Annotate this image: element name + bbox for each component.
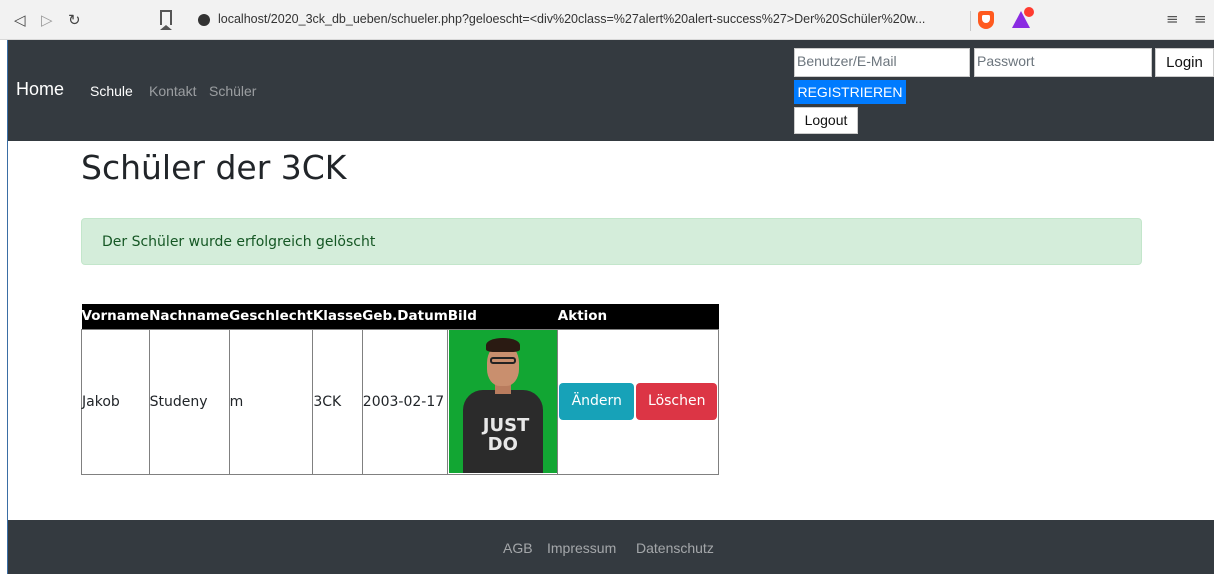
footer: AGB Impressum Datenschutz bbox=[8, 520, 1214, 574]
login-button[interactable]: Login bbox=[1155, 48, 1214, 77]
cell-nachname: Studeny bbox=[148, 328, 230, 475]
notification-badge-icon bbox=[1024, 7, 1034, 17]
back-icon[interactable]: ◁ bbox=[14, 10, 26, 30]
column-header-geburtsdatum: Geb.Datum bbox=[362, 304, 448, 329]
photo-glasses bbox=[489, 357, 516, 364]
cell-vorname: Jakob bbox=[81, 328, 150, 475]
nav-link-schule[interactable]: Schule bbox=[90, 83, 133, 99]
page-title: Schüler der 3CK bbox=[81, 148, 347, 187]
edit-button[interactable]: Ändern bbox=[559, 383, 635, 420]
footer-link-datenschutz[interactable]: Datenschutz bbox=[636, 540, 714, 556]
cell-geburtsdatum: 2003-02-17 bbox=[361, 328, 449, 475]
table-header-row: Vorname Nachname Geschlecht Klasse Geb.D… bbox=[81, 304, 719, 329]
cell-bild: JUST DO bbox=[447, 328, 559, 475]
column-header-nachname: Nachname bbox=[149, 304, 230, 329]
column-header-aktion: Aktion bbox=[557, 304, 719, 329]
column-header-geschlecht: Geschlecht bbox=[229, 304, 313, 329]
nav-brand-home[interactable]: Home bbox=[16, 79, 64, 100]
bookmark-icon[interactable] bbox=[160, 10, 172, 30]
reload-icon[interactable]: ↻ bbox=[68, 10, 81, 30]
footer-link-agb[interactable]: AGB bbox=[503, 540, 533, 556]
username-input[interactable]: Benutzer/E-Mail bbox=[794, 48, 970, 77]
site-info-icon[interactable] bbox=[198, 14, 210, 26]
password-input[interactable]: Passwort bbox=[974, 48, 1152, 77]
footer-link-impressum[interactable]: Impressum bbox=[547, 540, 616, 556]
photo-hair bbox=[485, 338, 520, 352]
cell-klasse: 3CK bbox=[312, 328, 363, 475]
divider bbox=[970, 11, 971, 31]
column-header-bild: Bild bbox=[447, 304, 558, 329]
navbar: Home Schule Kontakt Schüler Benutzer/E-M… bbox=[8, 40, 1214, 141]
students-table: Vorname Nachname Geschlecht Klasse Geb.D… bbox=[81, 304, 720, 475]
success-alert: Der Schüler wurde erfolgreich gelöscht bbox=[81, 218, 1142, 265]
column-header-vorname: Vorname bbox=[81, 304, 150, 329]
address-bar[interactable]: localhost/2020_3ck_db_ueben/schueler.php… bbox=[190, 7, 1075, 34]
playlist-icon[interactable]: ≡ bbox=[1166, 10, 1179, 28]
browser-toolbar: ◁ ▷ ↻ localhost/2020_3ck_db_ueben/schuel… bbox=[0, 0, 1214, 40]
nav-link-schueler[interactable]: Schüler bbox=[209, 83, 256, 99]
forward-icon[interactable]: ▷ bbox=[41, 10, 53, 30]
brave-shield-icon[interactable] bbox=[978, 11, 994, 29]
register-button[interactable]: REGISTRIEREN bbox=[794, 80, 906, 104]
student-photo: JUST DO bbox=[448, 330, 557, 473]
cell-aktion: Ändern Löschen bbox=[557, 328, 720, 475]
table-row: Jakob Studeny m 3CK 2003-02-17 JUST DO Ä… bbox=[81, 328, 720, 475]
nav-link-kontakt[interactable]: Kontakt bbox=[149, 83, 196, 99]
photo-shirt-text: JUST DO bbox=[482, 415, 530, 455]
cell-geschlecht: m bbox=[228, 328, 314, 475]
menu-icon[interactable]: ≡ bbox=[1194, 10, 1207, 28]
logout-button[interactable]: Logout bbox=[794, 107, 858, 134]
url-text[interactable]: localhost/2020_3ck_db_ueben/schueler.php… bbox=[218, 12, 925, 26]
column-header-klasse: Klasse bbox=[312, 304, 363, 329]
delete-button[interactable]: Löschen bbox=[636, 383, 718, 420]
